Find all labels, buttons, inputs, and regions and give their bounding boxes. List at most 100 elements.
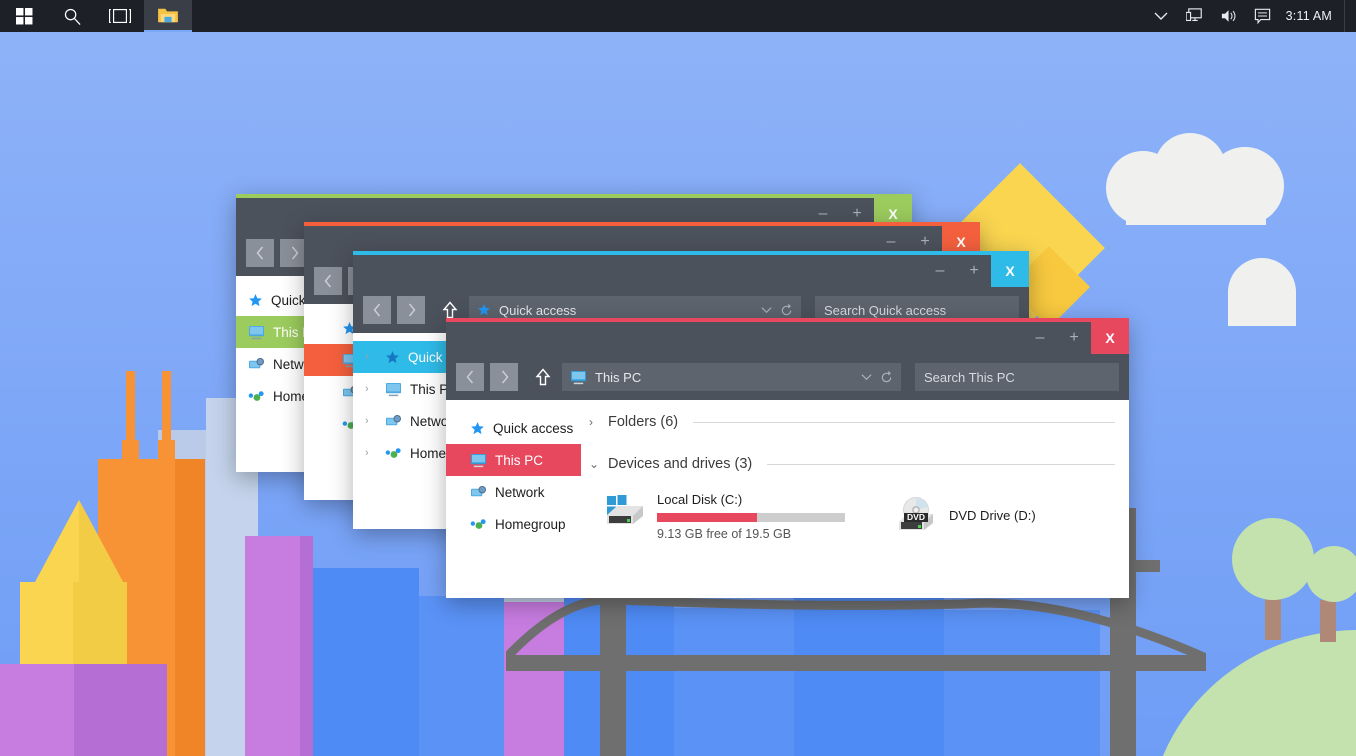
star-icon [248,293,263,308]
building-blue-b [419,596,504,756]
chevron-right-icon [291,246,298,260]
refresh-icon[interactable] [880,370,893,384]
chevron-right-icon[interactable]: › [365,447,377,459]
back-button-3[interactable] [363,296,391,324]
forward-button-4[interactable] [490,363,518,391]
star-icon [477,303,491,317]
group-divider [693,421,1115,423]
show-desktop-button[interactable] [1344,0,1350,32]
monitor-icon [470,453,487,468]
back-button-1[interactable] [246,239,274,267]
close-button-4[interactable]: X [1091,322,1129,354]
drive-name: DVD Drive (D:) [949,508,1036,523]
chevron-right-icon[interactable]: › [365,415,377,427]
taskbar-clock[interactable]: 3:11 AM [1280,9,1344,23]
network-icon [1185,8,1202,22]
chevron-right-icon[interactable]: › [365,383,377,395]
hard-drive-icon [603,490,647,541]
tree-crown-right [1306,546,1356,602]
speaker-icon [1221,10,1236,22]
file-explorer-icon [158,8,178,23]
network-icon [470,485,487,500]
drive-name: Local Disk (C:) [657,492,743,507]
chevron-right-icon[interactable]: › [589,415,601,429]
task-view-icon [109,8,131,24]
sidebar-item-label: Quick access [493,420,574,436]
search-button[interactable] [48,0,96,32]
drives-list: Local Disk (C:) 9.13 GB free of 19.5 GB [589,476,1115,541]
window-titlebar-3[interactable]: – + X [353,255,1029,287]
back-button-4[interactable] [456,363,484,391]
back-button-2[interactable] [314,267,342,295]
sidebar-item-network-4[interactable]: Network [446,476,581,508]
drive-item-dvd[interactable]: DVD DVD Drive (D:) [895,490,1036,541]
network-status-icon[interactable] [1178,0,1212,32]
building-purple-b [74,664,167,756]
chevron-right-icon[interactable]: › [365,351,377,363]
task-view-button[interactable] [96,0,144,32]
tree-trunk-left [1265,598,1281,640]
up-button-4[interactable] [530,363,556,391]
forward-button-3[interactable] [397,296,425,324]
network-icon [248,357,265,372]
volume-icon[interactable] [1212,0,1246,32]
drive-info-local-disk: Local Disk (C:) 9.13 GB free of 19.5 GB [657,490,845,541]
chevron-right-icon [501,370,508,384]
address-bar-4[interactable]: This PC [562,363,901,391]
taskbar: 3:11 AM [0,0,1356,32]
show-hidden-icons-button[interactable] [1144,0,1178,32]
chevron-left-icon [324,274,331,288]
star-icon [470,421,485,436]
antenna-base-right [158,440,175,462]
group-header-folders[interactable]: › Folders (6) [589,410,1115,434]
dvd-drive-icon: DVD [895,496,939,536]
close-button-3[interactable]: X [991,255,1029,287]
sidebar-4: Quick access This PC Network Homegroup [446,400,581,598]
explorer-window-4[interactable]: – + X This PC Search This PC Quick acces… [446,318,1129,598]
chevron-down-icon[interactable] [861,373,872,381]
windows-logo-icon [15,7,32,24]
file-explorer-button[interactable] [144,0,192,32]
search-input-4[interactable]: Search This PC [915,363,1119,391]
maximize-button-3[interactable]: + [957,255,991,287]
address-text-4: This PC [595,369,642,385]
chevron-down-icon[interactable]: ⌄ [589,457,601,471]
sidebar-item-quick-access-4[interactable]: Quick access [446,412,581,444]
tree-trunk-right [1320,600,1336,642]
window-titlebar-4[interactable]: – + X [446,322,1129,354]
sidebar-item-this-pc-4[interactable]: This PC [446,444,581,476]
monitor-icon [570,370,587,385]
chevron-down-icon[interactable] [761,306,772,314]
action-center-icon[interactable] [1246,0,1280,32]
building-purple-tall-shade [300,536,313,756]
search-icon [64,8,81,25]
refresh-icon[interactable] [780,303,793,317]
maximize-button-4[interactable]: + [1057,322,1091,354]
chevron-left-icon [373,303,380,317]
drive-usage-meter [657,513,845,522]
sidebar-item-label: This PC [495,452,544,468]
chevron-up-icon [1154,12,1168,20]
monitor-icon [385,382,402,397]
window-body-4: Quick access This PC Network Homegroup ›… [446,400,1129,598]
chevron-right-icon [408,303,415,317]
homegroup-icon [248,389,265,404]
arrow-up-icon [442,301,458,319]
arrow-up-icon [535,368,551,386]
homegroup-icon [385,446,402,461]
minimize-button-4[interactable]: – [1023,322,1057,354]
start-button[interactable] [0,0,48,32]
group-header-devices[interactable]: ⌄ Devices and drives (3) [589,452,1115,476]
sidebar-item-homegroup-4[interactable]: Homegroup [446,508,581,540]
group-label: Folders (6) [608,414,679,430]
chevron-left-icon [466,370,473,384]
drive-item-local-disk[interactable]: Local Disk (C:) 9.13 GB free of 19.5 GB [603,490,845,541]
content-area-4: › Folders (6) ⌄ Devices and drives (3) L… [581,400,1129,598]
drive-free-space: 9.13 GB free of 19.5 GB [657,527,792,541]
building-orange-shade [175,459,205,756]
building-blue-a [313,568,419,756]
homegroup-icon [470,517,487,532]
minimize-button-3[interactable]: – [923,255,957,287]
group-label: Devices and drives (3) [608,456,753,472]
sidebar-item-label: Homegroup [495,516,566,532]
